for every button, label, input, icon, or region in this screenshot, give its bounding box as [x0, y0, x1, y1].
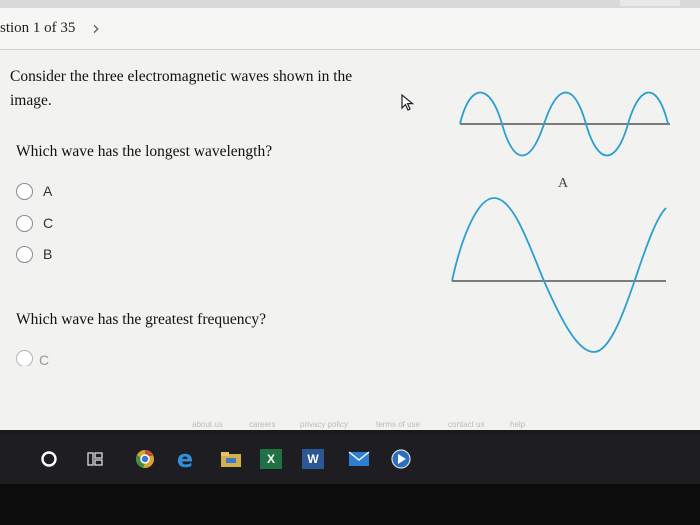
question-wavelength: Which wave has the longest wavelength?	[16, 143, 273, 160]
option-c-partial[interactable]: C	[16, 350, 49, 366]
radio-button[interactable]	[16, 350, 33, 366]
footer-link-privacy[interactable]: privacy policy	[300, 420, 348, 429]
windows-taskbar: e X W	[0, 434, 700, 484]
monitor-bezel	[0, 484, 700, 525]
file-explorer-icon[interactable]	[218, 446, 244, 472]
footer-link-terms[interactable]: terms of use	[376, 420, 420, 429]
option-label: A	[43, 183, 53, 199]
radio-button[interactable]	[16, 245, 33, 263]
option-c[interactable]: C	[16, 212, 53, 234]
mouse-cursor-icon	[401, 93, 415, 111]
excel-icon[interactable]: X	[258, 446, 284, 472]
question-counter: stion 1 of 35	[0, 20, 76, 36]
media-player-icon[interactable]	[388, 446, 414, 472]
question-frequency: Which wave has the greatest frequency?	[16, 311, 267, 328]
footer-link-about[interactable]: about us	[192, 420, 223, 429]
footer-link-contact[interactable]: contact us	[448, 420, 484, 429]
radio-button[interactable]	[16, 182, 33, 200]
wave-a-label: A	[558, 176, 569, 191]
option-label: C	[39, 352, 50, 366]
wave-b-curve	[451, 197, 667, 353]
option-b[interactable]: B	[16, 243, 52, 265]
question-navigation-bar: stion 1 of 35 ›	[0, 8, 700, 50]
start-circle-icon[interactable]	[36, 446, 62, 472]
chrome-icon[interactable]	[132, 446, 158, 472]
edge-icon[interactable]: e	[172, 445, 198, 473]
option-label: B	[43, 246, 53, 262]
browser-top-edge	[0, 0, 700, 8]
task-view-icon[interactable]	[82, 446, 108, 472]
browser-content: stion 1 of 35 › Consider the three elect…	[0, 0, 700, 430]
option-label: C	[43, 215, 54, 231]
wave-diagram	[451, 91, 670, 353]
chevron-right-icon[interactable]: ›	[92, 16, 100, 40]
footer-link-help[interactable]: help	[510, 420, 525, 429]
mail-icon[interactable]	[346, 446, 372, 472]
word-icon[interactable]: W	[300, 446, 326, 472]
option-a[interactable]: A	[16, 180, 52, 202]
radio-button[interactable]	[16, 214, 33, 232]
footer-links: about us careers privacy policy terms of…	[0, 420, 700, 430]
footer-link-careers[interactable]: careers	[249, 420, 276, 429]
question-intro: Consider the three electromagnetic waves…	[10, 68, 353, 109]
